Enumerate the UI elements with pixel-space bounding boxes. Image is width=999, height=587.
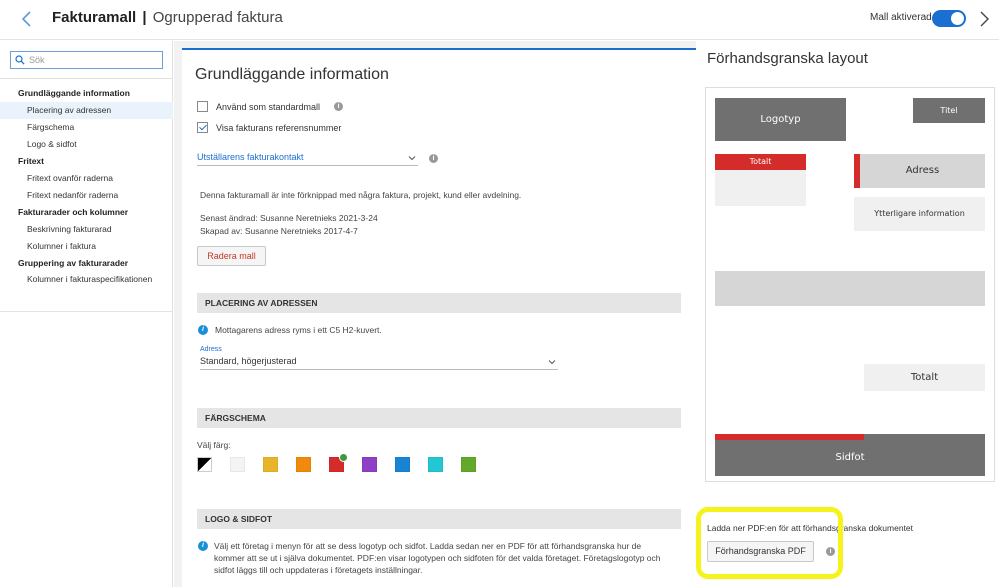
last-changed-text: Senast ändrad: Susanne Neretnieks 2021-3… xyxy=(200,213,378,223)
preview-footer-label: Sidfot xyxy=(835,452,865,463)
preview-address: Adress xyxy=(854,154,985,188)
divider xyxy=(0,311,173,312)
preview-footer-accent xyxy=(715,434,864,440)
preview-rows xyxy=(715,271,985,306)
color-swatch-yellow[interactable] xyxy=(263,457,278,472)
preview-extra-info: Ytterligare information xyxy=(854,197,985,231)
contact-select-value: Utställarens fakturakontakt xyxy=(197,152,304,162)
address-select[interactable]: Standard, högerjusterad xyxy=(200,356,558,370)
color-swatch-cyan[interactable] xyxy=(428,457,443,472)
sidebar: Grundläggande information Placering av a… xyxy=(0,41,173,587)
address-info-text: Mottagarens adress ryms i ett C5 H2-kuve… xyxy=(215,325,382,335)
standard-template-checkbox[interactable] xyxy=(197,101,208,112)
chevron-down-icon xyxy=(548,360,556,365)
logo-info-paragraph: Välj ett företag i menyn för att se dess… xyxy=(214,540,684,576)
search-input[interactable] xyxy=(29,53,159,67)
color-swatch-black[interactable] xyxy=(197,457,212,472)
search-icon xyxy=(15,55,25,65)
preview-title: Förhandsgranska layout xyxy=(707,50,868,67)
page-title: Fakturamall | Ogrupperad faktura xyxy=(52,9,283,26)
preview-logotype: Logotyp xyxy=(715,98,846,141)
address-field-label: Adress xyxy=(200,346,222,353)
nav-item-invoice-columns[interactable]: Kolumner i faktura xyxy=(0,238,173,255)
template-subtitle: Ogrupperad faktura xyxy=(152,9,283,26)
logo-info-line: sidfot läggs till och uppdateras i föret… xyxy=(214,565,423,575)
color-swatch-purple[interactable] xyxy=(362,457,377,472)
logo-info-line: kommer att se ut i själva dokumentet. PD… xyxy=(214,553,661,563)
title-separator: | xyxy=(142,9,147,26)
template-title: Fakturamall xyxy=(52,9,137,26)
info-icon[interactable]: i xyxy=(429,154,438,163)
forward-chevron-icon[interactable] xyxy=(974,9,994,29)
nav-item-text-above[interactable]: Fritext ovanför raderna xyxy=(0,170,173,187)
contact-select[interactable]: Utställarens fakturakontakt xyxy=(197,152,418,166)
address-section-header: PLACERING AV ADRESSEN xyxy=(197,293,681,313)
address-select-value: Standard, högerjusterad xyxy=(200,356,297,366)
nav-item-logo-footer[interactable]: Logo & sidfot xyxy=(0,136,173,153)
reference-number-label: Visa fakturans referensnummer xyxy=(216,122,342,133)
nav-item-text-below[interactable]: Fritext nedanför raderna xyxy=(0,187,173,204)
created-by-text: Skapad av: Susanne Neretnieks 2017-4-7 xyxy=(200,226,358,236)
reference-number-checkbox[interactable] xyxy=(197,122,208,133)
info-icon: i xyxy=(198,541,208,551)
preview-title-box: Titel xyxy=(913,98,985,123)
toggle-knob xyxy=(951,12,964,25)
not-linked-text: Denna fakturamall är inte förknippad med… xyxy=(200,190,522,200)
color-swatch-blue[interactable] xyxy=(395,457,410,472)
color-swatch-orange[interactable] xyxy=(296,457,311,472)
nav-item-row-description[interactable]: Beskrivning fakturarad xyxy=(0,221,173,238)
info-icon[interactable]: i xyxy=(334,102,344,111)
standard-template-label: Använd som standardmall xyxy=(216,101,321,112)
standard-template-row: Använd som standardmall i xyxy=(197,101,344,112)
back-chevron-icon[interactable] xyxy=(18,9,38,29)
nav-group-rows-columns[interactable]: Fakturarader och kolumner xyxy=(0,204,173,221)
page-header: Fakturamall | Ogrupperad faktura Mall ak… xyxy=(0,0,999,40)
template-active-toggle[interactable] xyxy=(932,10,966,27)
layout-preview: Logotyp Titel Totalt Adress Ytterligare … xyxy=(705,87,995,482)
highlight-annotation xyxy=(696,507,843,579)
template-active-label: Mall aktiverad xyxy=(870,12,932,23)
color-swatch-green[interactable] xyxy=(461,457,476,472)
color-swatch-red[interactable] xyxy=(329,453,348,472)
delete-template-button[interactable]: Radera mall xyxy=(197,246,266,266)
settings-card: Grundläggande information Använd som sta… xyxy=(182,48,696,587)
nav-group-free-text[interactable]: Fritext xyxy=(0,153,173,170)
nav-group-row-grouping[interactable]: Gruppering av fakturarader xyxy=(0,255,173,272)
selected-check-icon xyxy=(339,453,348,462)
nav-item-color-scheme[interactable]: Färgschema xyxy=(0,119,173,136)
preview-total-top-label: Totalt xyxy=(715,154,806,170)
sidebar-nav: Grundläggande information Placering av a… xyxy=(0,85,173,298)
section-title: Grundläggande information xyxy=(195,66,389,83)
preview-total: Totalt xyxy=(864,364,985,391)
address-info-row: i Mottagarens adress ryms i ett C5 H2-ku… xyxy=(198,325,382,335)
color-section-header: FÄRGSCHEMA xyxy=(197,408,681,428)
reference-number-row: Visa fakturans referensnummer xyxy=(197,122,341,133)
nav-item-spec-columns[interactable]: Kolumner i fakturaspecifikationen xyxy=(0,272,173,298)
chevron-down-icon xyxy=(408,156,416,161)
preview-total-top: Totalt xyxy=(715,154,806,206)
logo-info-line: Välj ett företag i menyn för att se dess… xyxy=(214,541,642,551)
choose-color-label: Välj färg: xyxy=(197,440,231,450)
divider xyxy=(0,78,173,79)
search-box xyxy=(10,51,163,69)
logo-section-header: LOGO & SIDFOT xyxy=(197,509,681,529)
info-icon: i xyxy=(198,325,208,335)
preview-footer: Sidfot xyxy=(715,434,985,476)
nav-group-basic-info[interactable]: Grundläggande information xyxy=(0,85,173,102)
nav-item-address-placement[interactable]: Placering av adressen xyxy=(0,102,173,119)
color-swatch-white[interactable] xyxy=(230,457,245,472)
